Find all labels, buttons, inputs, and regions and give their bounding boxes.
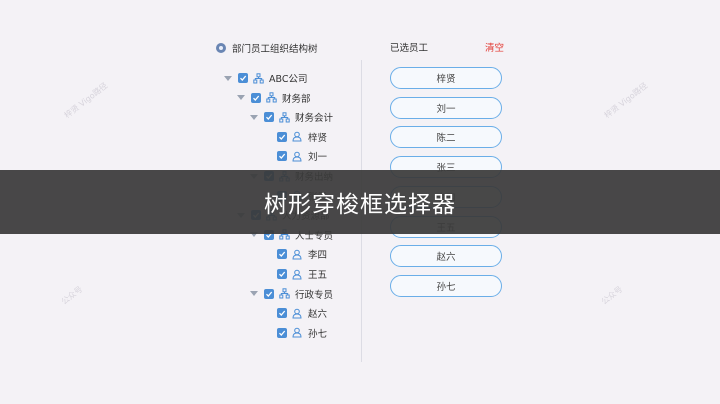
tree-node-label: 孙七 — [308, 328, 328, 340]
clear-button[interactable]: 清空 — [485, 40, 504, 54]
tree-node[interactable]: 孙七 — [263, 325, 327, 341]
tree-node-label: ABC公司 — [269, 74, 308, 85]
tree-node[interactable]: 刘一 — [263, 148, 327, 164]
tree-node-label: 赵六 — [308, 309, 328, 321]
node-checkbox[interactable] — [264, 112, 274, 123]
watermark: 公众号 — [59, 284, 85, 307]
node-checkbox[interactable] — [277, 327, 287, 338]
node-checkbox[interactable] — [277, 308, 287, 319]
node-checkbox[interactable] — [277, 269, 287, 279]
tree-node-label: 李四 — [308, 250, 328, 262]
node-checkbox[interactable] — [251, 92, 261, 103]
tree-node-label: 梓贤 — [308, 132, 328, 144]
selected-employee-pill[interactable]: 陈二 — [390, 126, 502, 149]
node-checkbox[interactable] — [277, 249, 287, 260]
tree-node[interactable]: 财务会计 — [250, 109, 333, 125]
node-checkbox[interactable] — [238, 73, 248, 83]
caption-banner: 树形穿梭框选择器 — [0, 170, 720, 234]
selected-employee-pill[interactable]: 梓贤 — [390, 67, 502, 89]
tree-node-label: 财务会计 — [295, 113, 334, 125]
tree-node[interactable]: 李四 — [263, 246, 327, 262]
tree-icon — [216, 43, 226, 53]
tree-panel-title: 部门员工组织结构树 — [232, 44, 318, 55]
watermark: 梓贤 Vigo路径 — [602, 80, 650, 121]
selected-employee-pill[interactable]: 刘一 — [390, 96, 502, 119]
expand-caret-icon[interactable] — [237, 95, 245, 101]
org-chart-icon — [266, 92, 277, 103]
tree-node-label: 刘一 — [308, 152, 328, 164]
org-chart-icon — [279, 111, 290, 123]
selected-employee-pill[interactable]: 赵六 — [390, 245, 502, 268]
watermark: 梓贤 Vigo路径 — [62, 80, 110, 121]
person-icon — [292, 131, 303, 142]
person-icon — [292, 327, 303, 338]
person-icon — [292, 249, 303, 260]
node-checkbox[interactable] — [264, 288, 274, 299]
tree-node[interactable]: 行政专员 — [250, 286, 333, 302]
tree-node[interactable]: 财务部 — [237, 90, 311, 106]
selected-panel-title: 已选员工 — [390, 43, 429, 54]
caption-text: 树形穿梭框选择器 — [264, 192, 456, 218]
tree-node[interactable]: 梓贤 — [263, 129, 327, 145]
tree-node[interactable]: ABC公司 — [224, 70, 307, 86]
watermark: 公众号 — [599, 284, 625, 307]
node-checkbox[interactable] — [277, 131, 287, 142]
org-chart-icon — [279, 288, 290, 299]
tree-node-label: 王五 — [308, 270, 328, 281]
person-icon — [292, 151, 303, 162]
expand-caret-icon[interactable] — [250, 114, 258, 120]
expand-caret-icon[interactable] — [224, 75, 232, 81]
tree-node-label: 财务部 — [282, 93, 311, 105]
tree-node[interactable]: 赵六 — [263, 305, 327, 321]
tree-node[interactable]: 王五 — [263, 266, 327, 282]
selected-employee-pill[interactable]: 孙七 — [390, 274, 502, 297]
node-checkbox[interactable] — [277, 151, 287, 162]
person-icon — [292, 308, 303, 319]
person-icon — [292, 269, 303, 280]
tree-node-label: 行政专员 — [295, 289, 334, 301]
expand-caret-icon[interactable] — [250, 291, 258, 297]
org-chart-icon — [253, 72, 264, 84]
tree-panel-header: 部门员工组织结构树 — [216, 40, 318, 56]
